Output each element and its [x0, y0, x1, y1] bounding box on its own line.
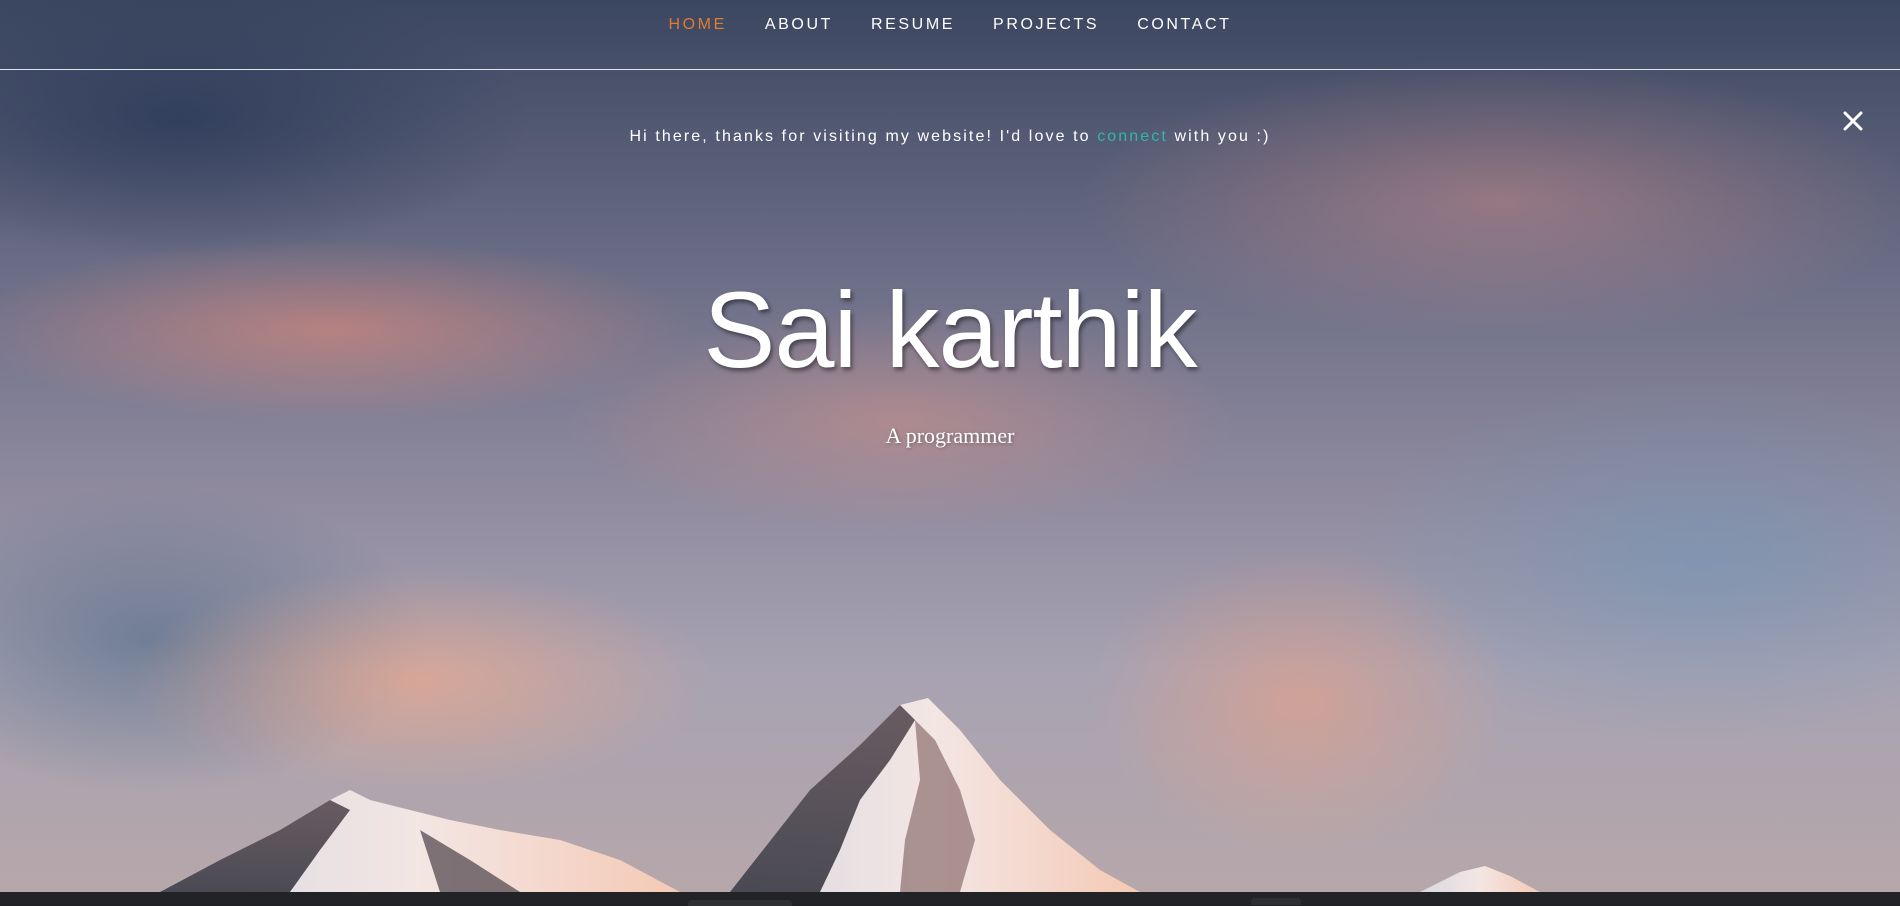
welcome-banner: Hi there, thanks for visiting my website… [0, 128, 1900, 146]
nav-item-about[interactable]: ABOUT [765, 16, 833, 34]
hero-tagline: A programmer [885, 423, 1015, 448]
bottom-tab [688, 900, 792, 906]
page-bottom-bar [0, 892, 1900, 905]
nav-item-resume[interactable]: RESUME [871, 16, 955, 34]
banner-text-after: with you :) [1167, 128, 1271, 145]
banner-text-before: Hi there, thanks for visiting my website… [629, 128, 1098, 145]
bottom-tab [1251, 898, 1301, 905]
close-banner-button[interactable] [1838, 106, 1868, 136]
nav-item-home[interactable]: HOME [668, 16, 726, 34]
nav-item-contact[interactable]: CONTACT [1137, 16, 1231, 34]
nav-item-projects[interactable]: PROJECTS [993, 16, 1099, 34]
close-icon [1843, 111, 1863, 131]
banner-connect-link[interactable]: connect [1097, 128, 1168, 145]
top-navigation: HOME ABOUT RESUME PROJECTS CONTACT [0, 0, 1900, 70]
hero-name: Sai karthik [703, 269, 1197, 390]
